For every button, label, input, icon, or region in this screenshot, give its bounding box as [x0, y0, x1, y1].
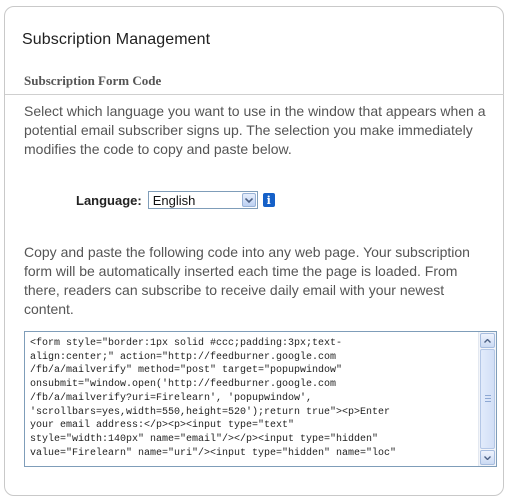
language-row: Language: English i [76, 189, 275, 211]
thumb-grip-line [485, 401, 491, 402]
language-select[interactable]: English [147, 191, 258, 209]
language-intro-text: Select which language you want to use in… [24, 103, 486, 157]
thumb-grip-line [485, 398, 491, 399]
panel-title: Subscription Management [22, 31, 211, 48]
scroll-down-arrow-icon[interactable] [480, 450, 495, 465]
language-select-value: English [152, 192, 196, 208]
scroll-up-arrow-icon[interactable] [480, 333, 495, 348]
scroll-down-glyph [484, 455, 491, 460]
language-label: Language: [76, 192, 142, 208]
chevron-down-glyph [244, 197, 253, 203]
scroll-up-glyph [484, 338, 491, 343]
subscription-code-textarea[interactable]: <form style="border:1px solid #ccc;paddi… [24, 331, 497, 467]
info-icon[interactable]: i [262, 193, 275, 207]
thumb-grip-line [485, 395, 491, 396]
subscription-management-panel: Subscription Management Subscription For… [4, 6, 504, 496]
scroll-thumb[interactable] [480, 349, 495, 449]
copy-instructions-text: Copy and paste the following code into a… [24, 244, 470, 317]
section-divider [5, 94, 504, 95]
section-title: Subscription Form Code [24, 73, 162, 88]
subscription-code-content[interactable]: <form style="border:1px solid #ccc;paddi… [30, 337, 476, 461]
chevron-down-icon[interactable] [241, 193, 256, 207]
code-scrollbar[interactable] [478, 332, 496, 466]
